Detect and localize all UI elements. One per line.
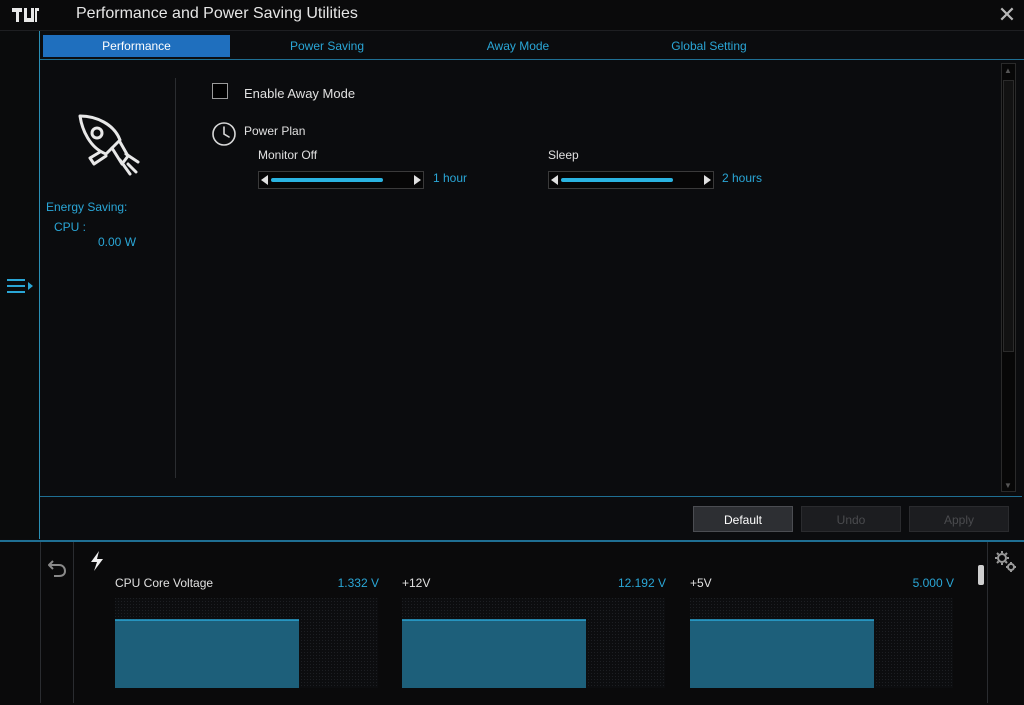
tab-performance[interactable]: Performance: [43, 35, 230, 57]
undo-button[interactable]: Undo: [801, 506, 901, 532]
monitor-off-slider[interactable]: [258, 171, 424, 189]
close-icon[interactable]: ✕: [996, 4, 1018, 26]
monitor-scrollbar-thumb[interactable]: [978, 565, 984, 585]
window-title: Performance and Power Saving Utilities: [76, 5, 358, 22]
slider-left-arrow-icon[interactable]: [261, 175, 268, 185]
cpu-power-value: 0.00 W: [98, 235, 137, 249]
slider-left-arrow-icon[interactable]: [551, 175, 558, 185]
monitor-value-cpu-core-voltage: 1.332 V: [337, 576, 379, 590]
apply-button[interactable]: Apply: [909, 506, 1009, 532]
divider: [987, 542, 988, 703]
energy-saving-label: Energy Saving:: [46, 200, 128, 214]
sleep-slider[interactable]: [548, 171, 714, 189]
slider-right-arrow-icon[interactable]: [414, 175, 421, 185]
sleep-label: Sleep: [548, 148, 579, 162]
away-mode-label: Enable Away Mode: [244, 86, 356, 101]
main-panel: [40, 60, 1022, 497]
tab-power-saving[interactable]: Power Saving: [232, 35, 422, 57]
sleep-value: 2 hours: [722, 171, 763, 185]
graph-fill: [690, 620, 874, 688]
cpu-label: CPU :: [54, 220, 87, 234]
slider-track[interactable]: [561, 178, 673, 182]
panel-divider: [175, 78, 176, 478]
tuf-logo-icon: [12, 8, 39, 22]
graph-fill: [115, 620, 299, 688]
divider: [40, 542, 41, 703]
tab-global-setting[interactable]: Global Setting: [614, 35, 804, 57]
voltage-graph: [402, 598, 665, 688]
menu-expand-icon[interactable]: [5, 276, 35, 296]
monitor-name-cpu-core-voltage: CPU Core Voltage: [115, 576, 214, 590]
voltage-bolt-icon: [91, 551, 103, 571]
scrollbar-thumb[interactable]: [1003, 80, 1014, 352]
voltage-graph: [690, 598, 953, 688]
away-mode-checkbox[interactable]: [212, 83, 228, 99]
default-button[interactable]: Default: [693, 506, 793, 532]
power-plan-label: Power Plan: [244, 124, 306, 138]
clock-icon: [212, 122, 236, 146]
tab-away-mode[interactable]: Away Mode: [424, 35, 612, 57]
rocket-icon: [78, 114, 140, 176]
scroll-up-icon[interactable]: ▲: [1004, 66, 1012, 75]
scroll-down-icon[interactable]: ▼: [1004, 481, 1012, 490]
settings-gear-icon[interactable]: [993, 549, 1019, 575]
tab-bar: Performance Power Saving Away Mode Globa…: [40, 33, 1024, 60]
voltage-graph: [115, 598, 378, 688]
monitor-name-12v: +12V: [402, 576, 431, 590]
monitor-name-5v: +5V: [690, 576, 712, 590]
monitor-value-5v: 5.000 V: [912, 576, 954, 590]
monitor-off-value: 1 hour: [433, 171, 468, 185]
back-arrow-icon[interactable]: [46, 556, 68, 578]
divider: [73, 542, 74, 703]
graph-fill: [402, 620, 586, 688]
slider-right-arrow-icon[interactable]: [704, 175, 711, 185]
monitor-off-label: Monitor Off: [258, 148, 318, 162]
slider-track[interactable]: [271, 178, 383, 182]
monitor-value-12v: 12.192 V: [617, 576, 666, 590]
